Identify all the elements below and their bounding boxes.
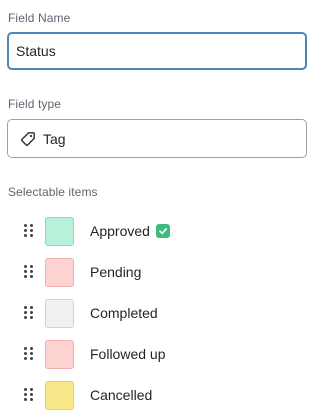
field-type-select[interactable]: Tag bbox=[7, 119, 307, 158]
color-swatch[interactable] bbox=[45, 298, 74, 328]
drag-handle-icon[interactable] bbox=[24, 347, 34, 361]
field-name-input-wrapper[interactable] bbox=[7, 32, 307, 70]
field-name-label: Field Name bbox=[8, 11, 71, 25]
field-settings-panel: Field Name Field type Tag Selectable ite… bbox=[0, 0, 307, 410]
color-swatch[interactable] bbox=[45, 380, 74, 410]
list-item[interactable]: Pending bbox=[0, 257, 299, 287]
drag-handle-icon[interactable] bbox=[24, 265, 34, 279]
item-label: Completed bbox=[90, 305, 158, 321]
field-type-label: Field type bbox=[8, 97, 62, 111]
item-label-text: Cancelled bbox=[90, 387, 153, 403]
drag-handle-icon[interactable] bbox=[24, 306, 34, 320]
color-swatch[interactable] bbox=[45, 216, 74, 246]
color-swatch[interactable] bbox=[45, 257, 74, 287]
check-icon bbox=[155, 224, 170, 238]
list-item[interactable]: Approved bbox=[0, 216, 299, 246]
tag-icon bbox=[20, 131, 36, 147]
color-swatch[interactable] bbox=[45, 339, 74, 369]
item-label-text: Completed bbox=[90, 305, 158, 321]
item-label-text: Approved bbox=[90, 223, 150, 239]
item-label: Approved bbox=[90, 223, 170, 239]
selectable-items-label: Selectable items bbox=[8, 185, 98, 199]
item-label: Followed up bbox=[90, 346, 166, 362]
list-item[interactable]: Cancelled bbox=[0, 380, 299, 410]
field-type-value: Tag bbox=[43, 130, 66, 147]
list-item[interactable]: Followed up bbox=[0, 339, 299, 369]
item-label-text: Pending bbox=[90, 264, 142, 280]
item-label: Pending bbox=[90, 264, 141, 280]
drag-handle-icon[interactable] bbox=[24, 388, 34, 402]
field-name-input[interactable] bbox=[16, 43, 276, 59]
list-item[interactable]: Completed bbox=[0, 298, 299, 328]
drag-handle-icon[interactable] bbox=[24, 224, 34, 238]
item-label: Cancelled bbox=[90, 387, 152, 403]
item-label-text: Followed up bbox=[90, 346, 166, 362]
